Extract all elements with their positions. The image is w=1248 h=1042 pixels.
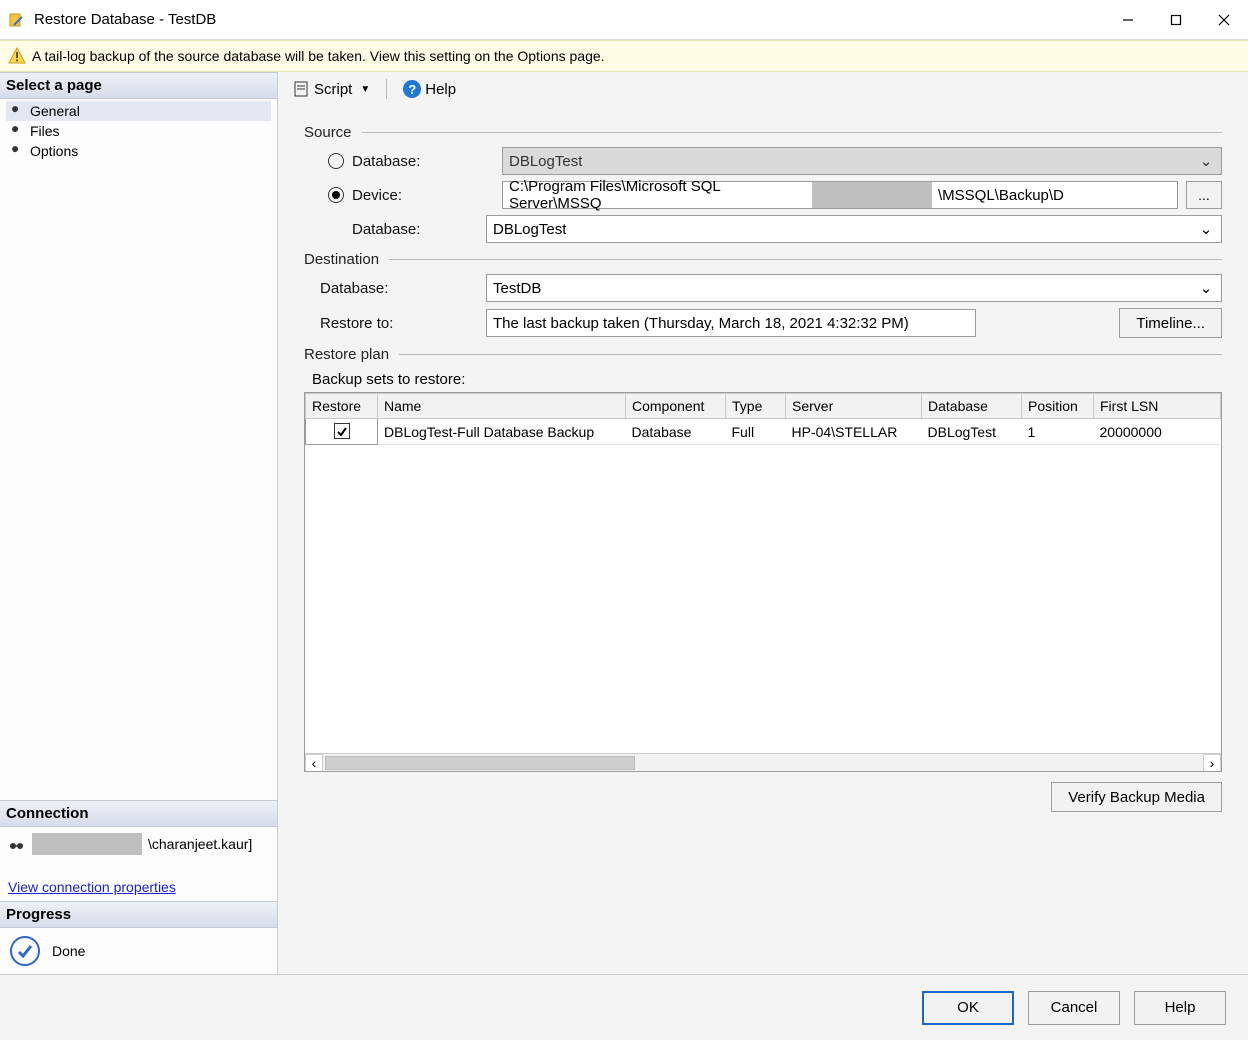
progress-head: Progress	[0, 901, 277, 928]
source-database-combo: DBLogTest⌄	[502, 147, 1222, 175]
select-page-head: Select a page	[0, 72, 277, 99]
script-icon	[292, 80, 310, 98]
window-title: Restore Database - TestDB	[34, 11, 1104, 28]
col-component[interactable]: Component	[626, 394, 726, 419]
server-icon	[8, 835, 26, 853]
source-device-radio[interactable]	[328, 187, 344, 203]
toolbar: Script ▼ ? Help	[278, 72, 1248, 106]
script-button[interactable]: Script ▼	[286, 78, 376, 100]
col-database[interactable]: Database	[922, 394, 1022, 419]
chevron-down-icon: ⌄	[1197, 220, 1215, 238]
cancel-button[interactable]: Cancel	[1028, 991, 1120, 1025]
sidebar: Select a page General Files Options Conn…	[0, 72, 278, 974]
warning-text: A tail-log backup of the source database…	[32, 48, 605, 64]
warning-icon	[8, 47, 26, 65]
restore-to-input	[486, 309, 976, 337]
chevron-down-icon: ⌄	[1197, 152, 1215, 170]
scroll-thumb[interactable]	[325, 756, 635, 770]
help-icon: ?	[403, 80, 421, 98]
horizontal-scrollbar[interactable]: ‹ ›	[305, 753, 1221, 771]
cell-server: HP-04\STELLAR	[786, 419, 922, 445]
destination-database-combo[interactable]: TestDB⌄	[486, 274, 1222, 302]
wrench-icon	[10, 124, 24, 138]
close-button[interactable]	[1200, 0, 1248, 40]
col-position[interactable]: Position	[1022, 394, 1094, 419]
maximize-button[interactable]	[1152, 0, 1200, 40]
minimize-button[interactable]	[1104, 0, 1152, 40]
redacted-server	[32, 833, 142, 855]
scroll-left-arrow[interactable]: ‹	[305, 754, 323, 772]
scroll-right-arrow[interactable]: ›	[1203, 754, 1221, 772]
script-label: Script	[314, 81, 352, 98]
wrench-icon	[10, 144, 24, 158]
help-button-footer[interactable]: Help	[1134, 991, 1226, 1025]
sidebar-item-options[interactable]: Options	[6, 141, 271, 161]
cell-component: Database	[626, 419, 726, 445]
cell-first-lsn: 20000000	[1094, 419, 1221, 445]
sidebar-item-label: Options	[30, 143, 78, 159]
cell-name: DBLogTest-Full Database Backup	[378, 419, 626, 445]
sidebar-item-files[interactable]: Files	[6, 121, 271, 141]
table-row[interactable]: DBLogTest-Full Database Backup Database …	[306, 419, 1221, 445]
verify-backup-media-button[interactable]: Verify Backup Media	[1051, 782, 1222, 812]
chevron-down-icon: ▼	[360, 84, 370, 95]
col-restore[interactable]: Restore	[306, 394, 378, 419]
app-icon	[8, 11, 26, 29]
source-database-label: Database:	[352, 153, 502, 170]
progress-status: Done	[52, 943, 85, 959]
col-first-lsn[interactable]: First LSN	[1094, 394, 1221, 419]
restore-to-label: Restore to:	[320, 315, 486, 332]
chevron-down-icon: ⌄	[1197, 279, 1215, 297]
redacted-path	[812, 181, 932, 209]
destination-head: Destination	[304, 251, 389, 268]
main-panel: Script ▼ ? Help Source Database: DBLogTe…	[278, 72, 1248, 974]
restore-plan-head: Restore plan	[304, 346, 399, 363]
sidebar-item-label: General	[30, 103, 80, 119]
ok-button[interactable]: OK	[922, 991, 1014, 1025]
source-sub-database-combo[interactable]: DBLogTest⌄	[486, 215, 1222, 243]
col-name[interactable]: Name	[378, 394, 626, 419]
wrench-icon	[10, 104, 24, 118]
backup-sets-label: Backup sets to restore:	[304, 371, 1222, 388]
cell-type: Full	[726, 419, 786, 445]
connection-user: \charanjeet.kaur]	[148, 836, 252, 852]
source-sub-database-label: Database:	[352, 221, 486, 238]
connection-head: Connection	[0, 800, 277, 827]
toolbar-separator	[386, 79, 387, 99]
device-path-input[interactable]: C:\Program Files\Microsoft SQL Server\MS…	[502, 181, 1178, 209]
help-label: Help	[425, 81, 456, 98]
destination-database-label: Database:	[320, 280, 486, 297]
browse-device-button[interactable]: ...	[1186, 181, 1222, 209]
sidebar-item-label: Files	[30, 123, 60, 139]
sidebar-item-general[interactable]: General	[6, 101, 271, 121]
restore-checkbox[interactable]	[334, 423, 350, 439]
view-connection-properties-link[interactable]: View connection properties	[8, 879, 176, 895]
dialog-footer: OK Cancel Help	[0, 974, 1248, 1040]
col-type[interactable]: Type	[726, 394, 786, 419]
cell-position: 1	[1022, 419, 1094, 445]
backup-sets-table: Restore Name Component Type Server Datab…	[304, 392, 1222, 772]
warning-bar: A tail-log backup of the source database…	[0, 40, 1248, 72]
titlebar: Restore Database - TestDB	[0, 0, 1248, 40]
source-device-label: Device:	[352, 187, 502, 204]
source-head: Source	[304, 124, 362, 141]
done-check-icon	[10, 936, 40, 966]
timeline-button[interactable]: Timeline...	[1119, 308, 1222, 338]
cell-database: DBLogTest	[922, 419, 1022, 445]
col-server[interactable]: Server	[786, 394, 922, 419]
help-button[interactable]: ? Help	[397, 78, 462, 100]
source-database-radio[interactable]	[328, 153, 344, 169]
